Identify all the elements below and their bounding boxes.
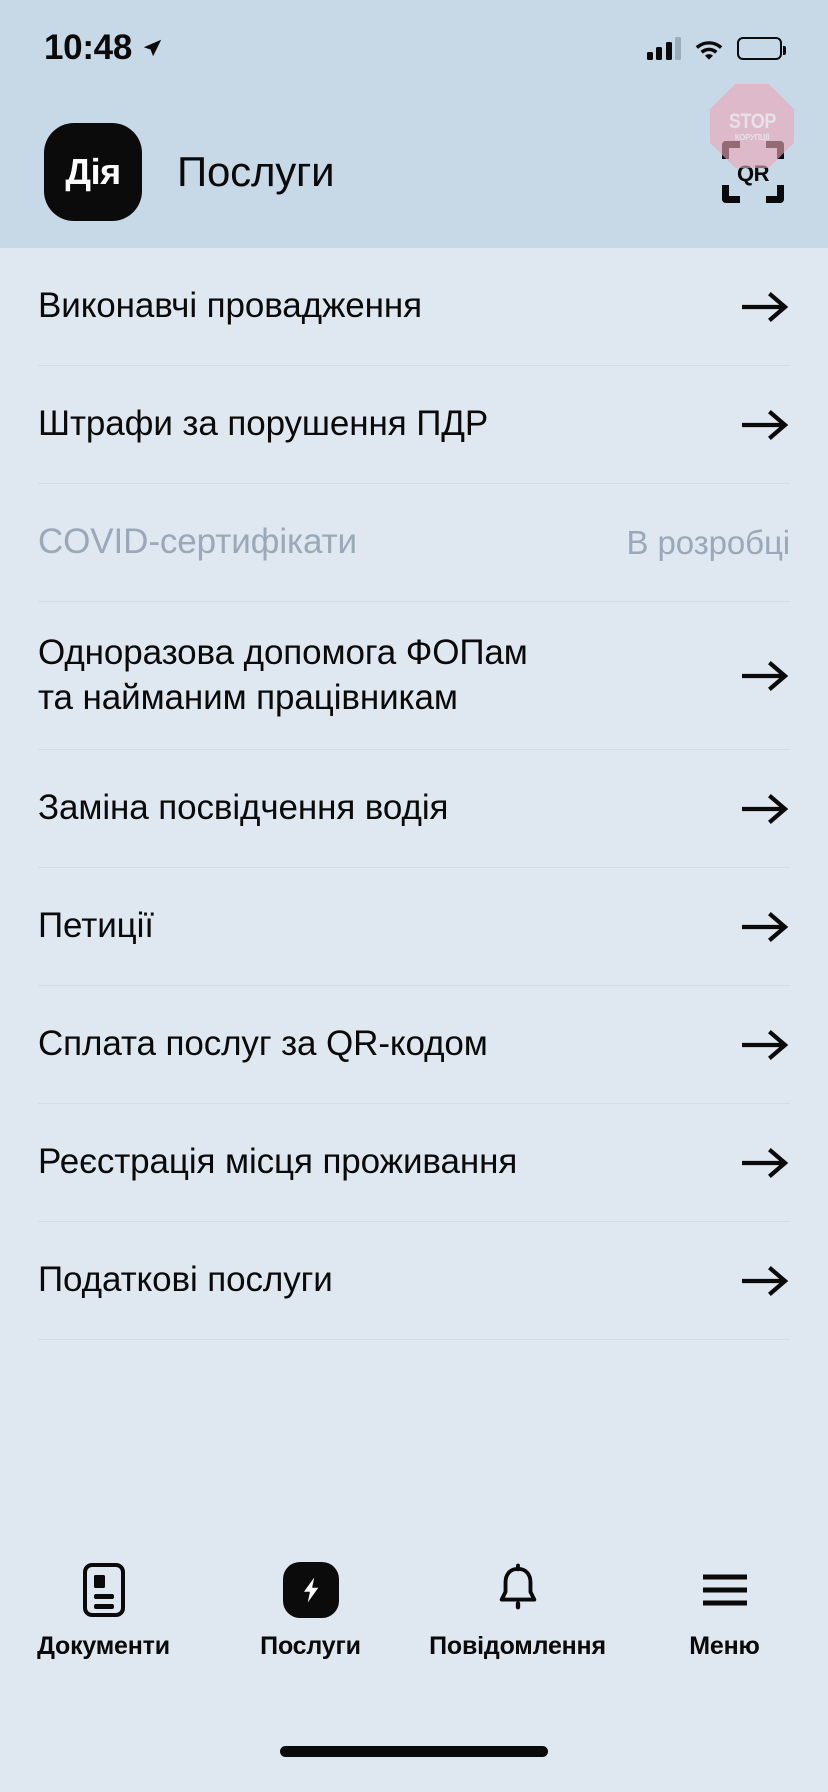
arrow-right-icon — [742, 1265, 789, 1296]
service-row[interactable]: Штрафи за порушення ПДР — [38, 366, 790, 484]
service-row[interactable]: Одноразова допомога ФОПам та найманим пр… — [38, 602, 790, 750]
arrow-right-icon — [742, 911, 789, 942]
service-label: Заміна посвідчення водія — [38, 788, 449, 828]
service-row[interactable]: Виконавчі провадження — [38, 248, 790, 366]
qr-corner-top-left — [722, 141, 740, 159]
bell-icon — [494, 1560, 542, 1620]
tab-document[interactable]: Документи — [0, 1560, 207, 1659]
service-label: Податкові послуги — [38, 1260, 333, 1300]
service-row[interactable]: Податкові послуги — [38, 1222, 790, 1340]
tab-lightning-bolt[interactable]: Послуги — [207, 1560, 414, 1659]
service-list: Виконавчі провадження Штрафи за порушення… — [0, 248, 828, 1526]
qr-corner-bottom-left — [722, 185, 740, 203]
service-label: Петиції — [38, 906, 154, 946]
service-row[interactable]: Реєстрація місця проживання — [38, 1104, 790, 1222]
qr-label: QR — [737, 161, 770, 186]
service-label: Виконавчі провадження — [38, 286, 422, 326]
dia-app-logo: Дія — [44, 123, 142, 221]
tab-label: Повідомлення — [429, 1632, 606, 1660]
status-bar-right — [646, 36, 786, 60]
wifi-icon — [695, 40, 723, 60]
tab-label: Послуги — [260, 1632, 361, 1660]
service-status-badge: В розробці — [626, 523, 791, 561]
battery-icon — [737, 36, 786, 60]
home-indicator[interactable] — [280, 1746, 548, 1757]
status-bar-left: 10:48 — [44, 28, 163, 68]
status-bar: 10:48 — [0, 0, 828, 96]
hamburger-menu-icon — [699, 1560, 751, 1620]
location-arrow-icon — [143, 39, 162, 57]
tab-label: Меню — [689, 1632, 760, 1660]
service-row[interactable]: Заміна посвідчення водія — [38, 750, 790, 868]
service-label: COVID-сертифікати — [38, 522, 357, 562]
document-icon — [82, 1560, 126, 1620]
tab-hamburger-menu[interactable]: Меню — [621, 1560, 828, 1659]
lightning-bolt-icon — [282, 1560, 339, 1620]
cellular-signal-icon — [646, 36, 681, 60]
dia-logo-text: Дія — [65, 151, 121, 192]
service-label: Реєстрація місця проживання — [38, 1142, 518, 1182]
service-row[interactable]: Петиції — [38, 868, 790, 986]
arrow-right-icon — [742, 291, 789, 322]
service-row[interactable]: Сплата послуг за QR-кодом — [38, 986, 790, 1104]
active-tab-badge — [282, 1562, 339, 1618]
arrow-right-icon — [742, 1147, 789, 1178]
tab-label: Документи — [37, 1632, 170, 1660]
service-label: Одноразова допомога ФОПам та найманим пр… — [38, 633, 528, 717]
page-title: Послуги — [177, 148, 335, 195]
qr-corner-bottom-right — [766, 185, 784, 203]
phone-screen: 10:48 STOP КОРУПЦІЇ Дія Послуги QR Викон… — [0, 0, 828, 1792]
arrow-right-icon — [742, 660, 789, 691]
bottom-tab-bar: Документи Послуги Повідомлення Меню — [0, 1526, 828, 1746]
service-label: Сплата послуг за QR-кодом — [38, 1024, 488, 1064]
qr-corner-top-right — [766, 141, 784, 159]
arrow-right-icon — [742, 1029, 789, 1060]
status-bar-clock: 10:48 — [44, 28, 133, 67]
tab-bell[interactable]: Повідомлення — [414, 1560, 621, 1659]
arrow-right-icon — [742, 409, 789, 440]
app-header: Дія Послуги QR — [0, 96, 828, 248]
home-indicator-area — [0, 1746, 828, 1792]
qr-scanner-button[interactable]: QR — [722, 141, 784, 203]
service-label: Штрафи за порушення ПДР — [38, 404, 489, 444]
service-row: COVID-сертифікати В розробці — [38, 484, 790, 602]
arrow-right-icon — [742, 793, 789, 824]
